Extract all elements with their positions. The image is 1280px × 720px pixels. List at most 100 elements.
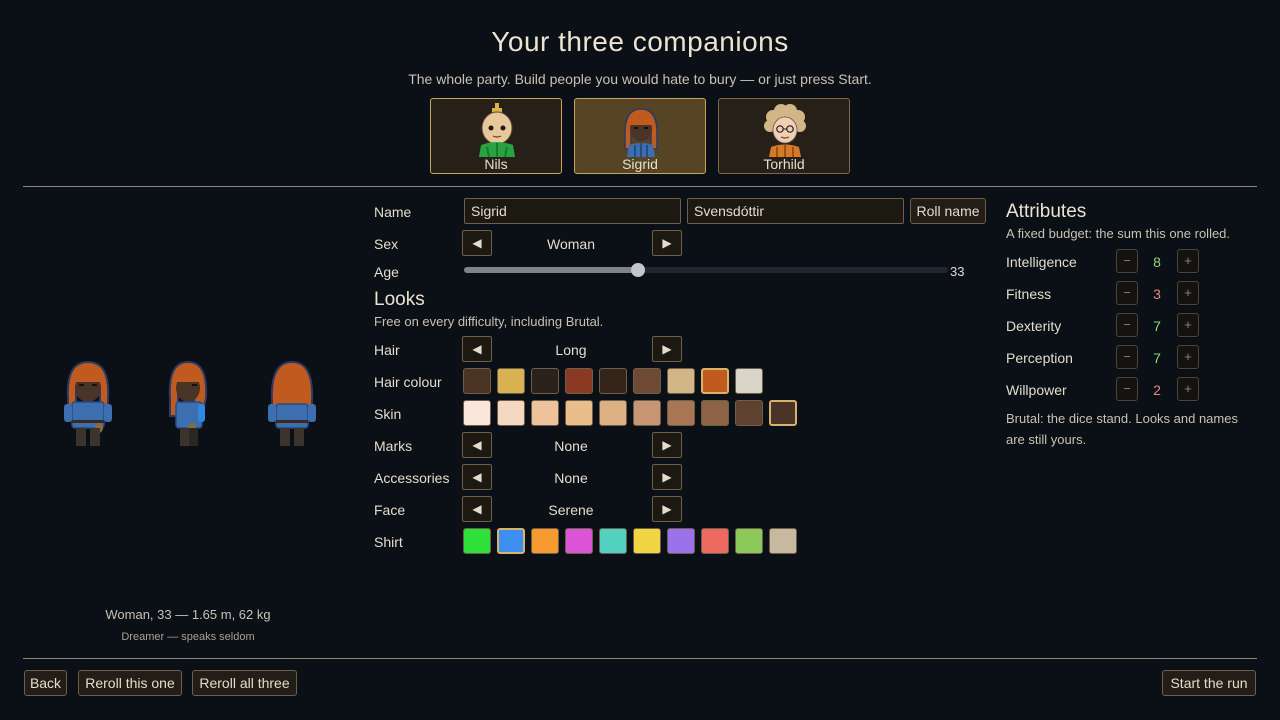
intelligence-increase-button[interactable]: + <box>1177 249 1199 273</box>
accessories-label: Accessories <box>374 470 450 486</box>
hair-next-button[interactable]: ▶ <box>652 336 682 362</box>
skin-swatch[interactable] <box>667 400 695 426</box>
character-description: Woman, 33 — 1.65 m, 62 kg <box>105 607 271 622</box>
skin-swatch[interactable] <box>701 400 729 426</box>
first-name-input[interactable]: Sigrid <box>464 198 681 224</box>
companion-name: Torhild <box>763 156 805 172</box>
hair-colour-swatch[interactable] <box>599 368 627 394</box>
shirt-label: Shirt <box>374 534 403 550</box>
skin-swatch[interactable] <box>463 400 491 426</box>
sigrid-portrait <box>624 108 658 157</box>
attribute-label-dexterity: Dexterity <box>1006 318 1062 334</box>
companion-card-sigrid[interactable]: Sigrid <box>574 98 706 174</box>
marks-label: Marks <box>374 438 413 454</box>
companion-name: Sigrid <box>622 156 658 172</box>
attributes-subtitle: A fixed budget: the sum this one rolled. <box>1006 226 1231 241</box>
face-label: Face <box>374 502 406 518</box>
hair-value: Long <box>555 342 587 358</box>
marks-next-button[interactable]: ▶ <box>652 432 682 458</box>
dexterity-decrease-button[interactable]: − <box>1116 313 1138 337</box>
back-button[interactable]: Back <box>24 670 67 696</box>
hair-colour-swatch[interactable] <box>565 368 593 394</box>
face-next-button[interactable]: ▶ <box>652 496 682 522</box>
skin-swatch[interactable] <box>769 400 797 426</box>
willpower-value: 2 <box>1153 382 1161 398</box>
willpower-decrease-button[interactable]: − <box>1116 377 1138 401</box>
start-the-run-button[interactable]: Start the run <box>1162 670 1256 696</box>
shirt-swatch[interactable] <box>531 528 559 554</box>
shirt-swatch[interactable] <box>633 528 661 554</box>
page-title: Your three companions <box>491 26 789 57</box>
marks-value: None <box>554 438 588 454</box>
roll-name-button[interactable]: Roll name <box>910 198 986 224</box>
companion-name: Nils <box>484 156 508 172</box>
looks-heading: Looks <box>374 289 425 310</box>
accessories-prev-button[interactable]: ◀ <box>462 464 492 490</box>
sex-label: Sex <box>374 236 399 252</box>
companion-card-nils[interactable]: Nils <box>430 98 562 174</box>
divider-bottom <box>23 658 1257 659</box>
skin-swatch[interactable] <box>531 400 559 426</box>
skin-swatch[interactable] <box>599 400 627 426</box>
skin-swatch[interactable] <box>633 400 661 426</box>
reroll-all-three-button[interactable]: Reroll all three <box>192 670 297 696</box>
attribute-label-willpower: Willpower <box>1006 382 1067 398</box>
marks-prev-button[interactable]: ◀ <box>462 432 492 458</box>
looks-subtitle: Free on every difficulty, including Brut… <box>374 314 604 329</box>
reroll-this-one-button[interactable]: Reroll this one <box>78 670 182 696</box>
hair-colour-label: Hair colour <box>374 374 442 390</box>
hair-label: Hair <box>374 342 400 358</box>
fitness-decrease-button[interactable]: − <box>1116 281 1138 305</box>
character-preview-side <box>168 360 208 446</box>
dexterity-increase-button[interactable]: + <box>1177 313 1199 337</box>
name-label: Name <box>374 204 412 220</box>
sex-next-button[interactable]: ▶ <box>652 230 682 256</box>
face-prev-button[interactable]: ◀ <box>462 496 492 522</box>
shirt-swatch[interactable] <box>701 528 729 554</box>
accessories-next-button[interactable]: ▶ <box>652 464 682 490</box>
dexterity-value: 7 <box>1153 318 1161 334</box>
hair-colour-swatch[interactable] <box>735 368 763 394</box>
brutal-note: Brutal: the dice stand. Looks and names … <box>1006 411 1238 447</box>
skin-swatch[interactable] <box>735 400 763 426</box>
willpower-increase-button[interactable]: + <box>1177 377 1199 401</box>
page-subtitle: The whole party. Build people you would … <box>408 71 872 87</box>
divider-top <box>23 186 1257 187</box>
perception-value: 7 <box>1153 350 1161 366</box>
sex-prev-button[interactable]: ◀ <box>462 230 492 256</box>
skin-swatch[interactable] <box>497 400 525 426</box>
age-slider-handle[interactable] <box>631 263 646 277</box>
intelligence-decrease-button[interactable]: − <box>1116 249 1138 273</box>
sex-value: Woman <box>547 236 595 252</box>
hair-colour-swatch[interactable] <box>667 368 695 394</box>
companion-card-torhild[interactable]: Torhild <box>718 98 850 174</box>
shirt-swatch[interactable] <box>735 528 763 554</box>
hair-prev-button[interactable]: ◀ <box>462 336 492 362</box>
age-label: Age <box>374 264 399 280</box>
fitness-value: 3 <box>1153 286 1161 302</box>
character-trait: Dreamer — speaks seldom <box>121 631 255 643</box>
hair-colour-swatch[interactable] <box>497 368 525 394</box>
fitness-increase-button[interactable]: + <box>1177 281 1199 305</box>
shirt-swatch[interactable] <box>667 528 695 554</box>
shirt-swatch[interactable] <box>769 528 797 554</box>
hair-colour-swatch[interactable] <box>463 368 491 394</box>
character-preview-front <box>64 360 112 446</box>
character-preview-back <box>268 360 316 446</box>
hair-colour-swatch[interactable] <box>701 368 729 394</box>
attribute-label-perception: Perception <box>1006 350 1073 366</box>
hair-colour-swatch[interactable] <box>633 368 661 394</box>
skin-label: Skin <box>374 406 402 422</box>
intelligence-value: 8 <box>1153 254 1161 270</box>
last-name-input[interactable]: Svensdóttir <box>687 198 904 224</box>
shirt-swatch[interactable] <box>497 528 525 554</box>
shirt-swatch[interactable] <box>463 528 491 554</box>
skin-swatch[interactable] <box>565 400 593 426</box>
hair-colour-swatch[interactable] <box>531 368 559 394</box>
shirt-swatch[interactable] <box>565 528 593 554</box>
perception-decrease-button[interactable]: − <box>1116 345 1138 369</box>
perception-increase-button[interactable]: + <box>1177 345 1199 369</box>
attribute-label-intelligence: Intelligence <box>1006 254 1077 270</box>
age-slider-fill <box>464 267 639 273</box>
shirt-swatch[interactable] <box>599 528 627 554</box>
